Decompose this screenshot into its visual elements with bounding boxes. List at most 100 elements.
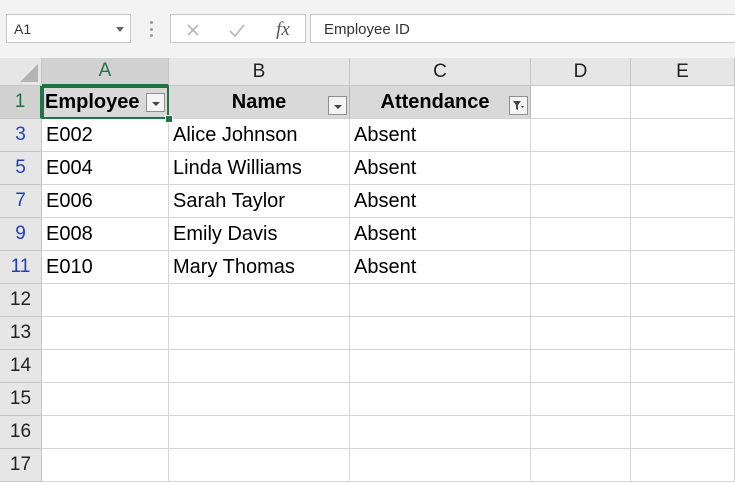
- x-icon: [187, 23, 199, 36]
- name-box[interactable]: A1: [6, 14, 131, 43]
- cell[interactable]: [531, 383, 631, 416]
- cell[interactable]: [631, 317, 735, 350]
- row-header[interactable]: 16: [0, 416, 42, 449]
- cell[interactable]: [169, 317, 350, 350]
- header-attendance: Attendance: [380, 91, 490, 113]
- row-header[interactable]: 1: [0, 86, 42, 119]
- table-cell[interactable]: E006: [42, 185, 169, 218]
- cell[interactable]: [169, 416, 350, 449]
- row-header[interactable]: 14: [0, 350, 42, 383]
- cell[interactable]: [631, 86, 735, 119]
- cell[interactable]: [169, 449, 350, 482]
- name-box-value: A1: [14, 21, 32, 37]
- cell[interactable]: [531, 449, 631, 482]
- cell[interactable]: [631, 284, 735, 317]
- header-employee: Employee: [45, 91, 140, 113]
- table-cell[interactable]: Linda Williams: [169, 152, 350, 185]
- cell[interactable]: [631, 416, 735, 449]
- table-header-cell[interactable]: Name: [169, 86, 350, 119]
- table-cell[interactable]: Sarah Taylor: [169, 185, 350, 218]
- table-cell[interactable]: Emily Davis: [169, 218, 350, 251]
- table-cell[interactable]: Absent: [350, 251, 531, 284]
- cell[interactable]: [42, 449, 169, 482]
- cell[interactable]: [42, 416, 169, 449]
- table-header-cell[interactable]: Employee: [42, 86, 169, 119]
- row-header[interactable]: 11: [0, 251, 42, 284]
- formula-buttons: fx: [170, 14, 306, 43]
- cell[interactable]: [350, 350, 531, 383]
- table-cell[interactable]: Absent: [350, 119, 531, 152]
- cell[interactable]: [531, 317, 631, 350]
- cell[interactable]: [169, 350, 350, 383]
- row-header[interactable]: 17: [0, 449, 42, 482]
- cell[interactable]: [531, 218, 631, 251]
- select-all-button[interactable]: [0, 58, 42, 86]
- column-header-c[interactable]: C: [350, 58, 531, 86]
- enter-button[interactable]: [217, 16, 257, 43]
- row-header[interactable]: 13: [0, 317, 42, 350]
- filter-dropdown-button[interactable]: [146, 93, 165, 112]
- cell[interactable]: [42, 350, 169, 383]
- column-header-d[interactable]: D: [531, 58, 631, 86]
- row-header[interactable]: 7: [0, 185, 42, 218]
- cell[interactable]: [350, 383, 531, 416]
- cell[interactable]: [42, 317, 169, 350]
- cell[interactable]: [531, 251, 631, 284]
- cell[interactable]: [531, 152, 631, 185]
- table-cell[interactable]: Absent: [350, 218, 531, 251]
- table-cell[interactable]: E008: [42, 218, 169, 251]
- row-header[interactable]: 12: [0, 284, 42, 317]
- cell[interactable]: [531, 119, 631, 152]
- cell[interactable]: [169, 284, 350, 317]
- table-cell[interactable]: Absent: [350, 152, 531, 185]
- insert-function-button[interactable]: fx: [263, 16, 303, 43]
- column-header-e[interactable]: E: [631, 58, 735, 86]
- row-header[interactable]: 15: [0, 383, 42, 416]
- table-cell[interactable]: E002: [42, 119, 169, 152]
- table-cell[interactable]: E004: [42, 152, 169, 185]
- column-header-b[interactable]: B: [169, 58, 350, 86]
- formula-input-value: Employee ID: [324, 21, 410, 38]
- filter-dropdown-icon: [152, 102, 160, 106]
- cell[interactable]: [350, 416, 531, 449]
- cell[interactable]: [531, 86, 631, 119]
- cell[interactable]: [531, 350, 631, 383]
- cell[interactable]: [631, 383, 735, 416]
- table-cell[interactable]: Absent: [350, 185, 531, 218]
- row-header[interactable]: 5: [0, 152, 42, 185]
- cancel-button[interactable]: [173, 16, 213, 43]
- row-header[interactable]: 9: [0, 218, 42, 251]
- cell[interactable]: [531, 185, 631, 218]
- formula-input[interactable]: Employee ID: [310, 14, 735, 43]
- filter-dropdown-icon: [334, 105, 342, 109]
- cell[interactable]: [350, 449, 531, 482]
- select-all-icon: [20, 64, 38, 82]
- filter-active-button[interactable]: [509, 96, 528, 115]
- chevron-down-icon[interactable]: [116, 27, 124, 32]
- table-cell[interactable]: Alice Johnson: [169, 119, 350, 152]
- cell[interactable]: [531, 284, 631, 317]
- cell[interactable]: [350, 284, 531, 317]
- header-name: Name: [231, 91, 287, 113]
- grip-icon[interactable]: [149, 21, 153, 37]
- cell[interactable]: [631, 449, 735, 482]
- filter-funnel-icon: [513, 101, 524, 110]
- cell[interactable]: [42, 383, 169, 416]
- cell[interactable]: [169, 383, 350, 416]
- table-header-cell[interactable]: Attendance: [350, 86, 531, 119]
- cell[interactable]: [631, 350, 735, 383]
- cell[interactable]: [631, 251, 735, 284]
- table-cell[interactable]: Mary Thomas: [169, 251, 350, 284]
- filter-dropdown-button[interactable]: [328, 96, 347, 115]
- cell[interactable]: [42, 284, 169, 317]
- formula-bar: A1 fx Employee ID: [0, 0, 735, 58]
- cell[interactable]: [531, 416, 631, 449]
- cell[interactable]: [631, 185, 735, 218]
- cell[interactable]: [350, 317, 531, 350]
- column-header-a[interactable]: A: [42, 58, 169, 86]
- table-cell[interactable]: E010: [42, 251, 169, 284]
- cell[interactable]: [631, 218, 735, 251]
- row-header[interactable]: 3: [0, 119, 42, 152]
- cell[interactable]: [631, 119, 735, 152]
- cell[interactable]: [631, 152, 735, 185]
